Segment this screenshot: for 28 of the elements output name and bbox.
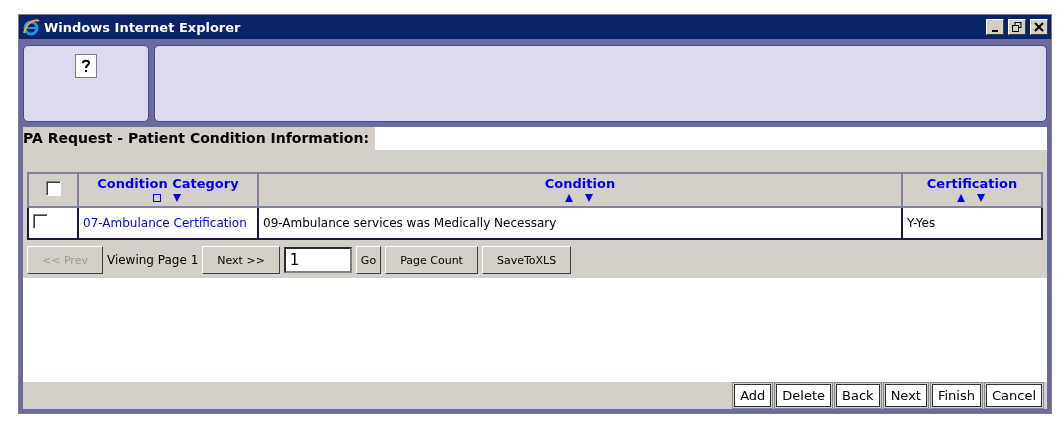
go-button[interactable]: Go <box>355 246 382 274</box>
sort-arrows-icon[interactable] <box>956 193 988 204</box>
page-indicator: Viewing Page 1 <box>106 253 199 267</box>
table-cell: Y-Yes <box>907 216 936 230</box>
minimize-icon <box>992 29 998 32</box>
help-icon[interactable] <box>75 54 97 78</box>
sort-arrows-icon[interactable] <box>152 193 184 204</box>
next-page-button[interactable]: Next >> <box>202 246 280 274</box>
close-button[interactable] <box>1030 19 1048 35</box>
action-button[interactable]: Finish <box>931 384 981 407</box>
restore-button[interactable] <box>1008 19 1026 35</box>
action-button[interactable]: Delete <box>776 384 832 407</box>
page-heading: PA Request - Patient Condition Information: <box>23 127 375 150</box>
close-icon <box>1034 22 1044 32</box>
action-button[interactable]: Back <box>836 384 880 407</box>
table-cell: 09-Ambulance services was Medically Necessary <box>263 216 557 230</box>
action-button[interactable]: Next <box>884 384 927 407</box>
sort-arrows-icon[interactable] <box>564 193 596 204</box>
minimize-button[interactable] <box>986 19 1004 35</box>
window-title: Windows Internet Explorer <box>44 19 242 35</box>
page-count-button[interactable]: Page Count <box>385 246 478 274</box>
select-all-checkbox[interactable] <box>45 181 61 196</box>
action-button[interactable]: Cancel <box>985 384 1042 407</box>
action-button[interactable]: Add <box>734 384 772 407</box>
browser-logo-icon <box>22 18 40 36</box>
export-button[interactable]: SaveToXLS <box>481 246 572 274</box>
restore-icon <box>1012 22 1022 32</box>
page-input[interactable]: 1 <box>283 247 352 273</box>
